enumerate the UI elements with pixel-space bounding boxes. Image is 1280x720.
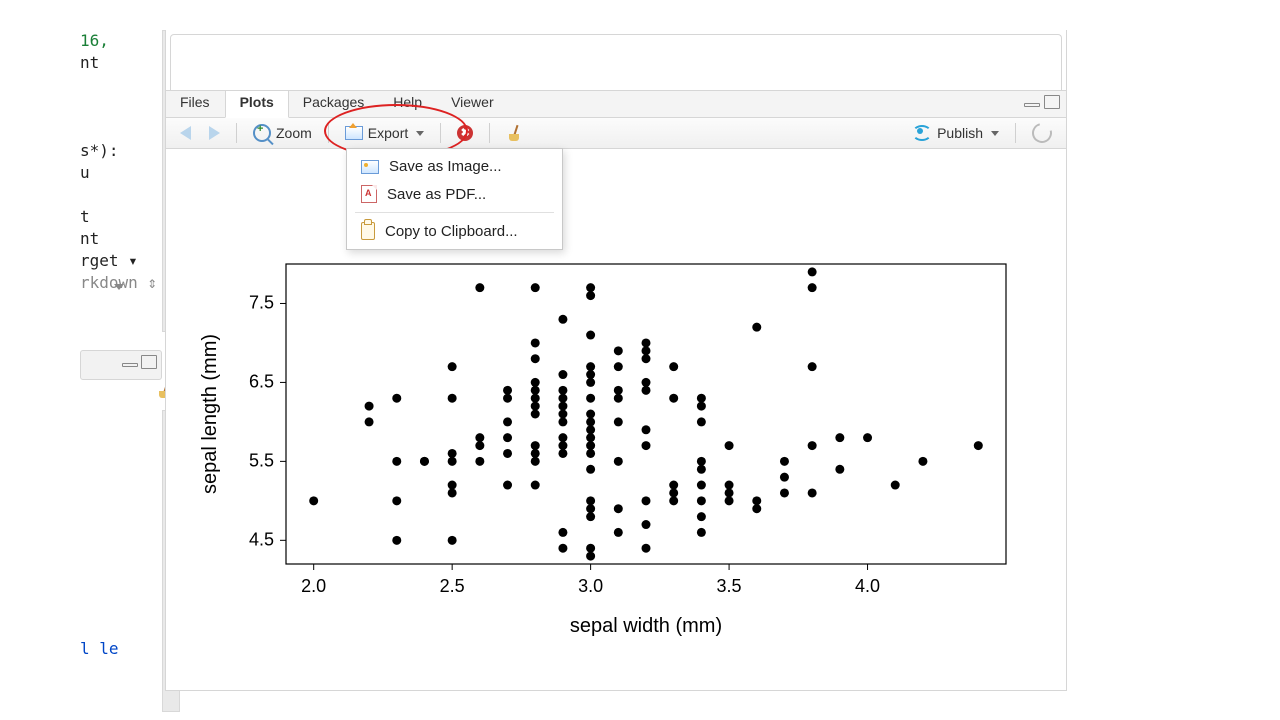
- zoom-icon: [253, 124, 271, 142]
- plots-pane: Files Plots Packages Help Viewer Zoom Ex…: [165, 30, 1067, 691]
- arrow-right-icon: [209, 126, 220, 140]
- tab-help[interactable]: Help: [379, 91, 437, 117]
- menu-label: Save as PDF...: [387, 186, 486, 203]
- menu-save-as-pdf[interactable]: Save as PDF...: [347, 180, 562, 208]
- dropdown-caret-icon: [114, 284, 124, 290]
- export-menu: Save as Image... Save as PDF... Copy to …: [346, 148, 563, 250]
- editor-code: 16, nt s*): u t nt rget ▾ rkdown ⇕: [80, 30, 160, 294]
- refresh-icon: [1028, 119, 1055, 146]
- export-button[interactable]: Export: [339, 123, 430, 143]
- arrow-left-icon: [180, 126, 191, 140]
- menu-separator: [355, 212, 554, 213]
- publish-label: Publish: [937, 125, 983, 141]
- zoom-button[interactable]: Zoom: [247, 122, 318, 144]
- next-plot-button[interactable]: [203, 124, 226, 142]
- clipboard-icon: [361, 222, 375, 240]
- zoom-label: Zoom: [276, 125, 312, 141]
- image-icon: [361, 160, 379, 174]
- svg-text:4.0: 4.0: [855, 576, 880, 596]
- editor-bottom-text: l le: [80, 638, 119, 660]
- pane-minimize-icon[interactable]: [1024, 103, 1040, 107]
- svg-text:3.0: 3.0: [578, 576, 603, 596]
- scatter-plot: 4.5 5.5 6.5 7.5 2.0 2.5 3.0 3.5 4.0 sepal width (…: [166, 149, 1046, 689]
- clear-all-button[interactable]: [500, 123, 528, 143]
- editor-pane: 16, nt s*): u t nt rget ▾ rkdown ⇕ l le: [80, 30, 160, 690]
- export-icon: [345, 126, 363, 140]
- publish-icon: [912, 125, 932, 141]
- svg-text:sepal width (mm): sepal width (mm): [570, 615, 722, 637]
- svg-text:6.5: 6.5: [249, 371, 274, 391]
- tab-viewer[interactable]: Viewer: [437, 91, 509, 117]
- publish-button[interactable]: Publish: [906, 123, 1005, 143]
- tab-plots[interactable]: Plots: [225, 91, 289, 118]
- maximize-icon[interactable]: [141, 355, 157, 369]
- remove-icon: ✖: [457, 125, 473, 141]
- svg-text:sepal length (mm): sepal length (mm): [199, 334, 221, 494]
- pane-header-blank: [170, 34, 1062, 90]
- svg-text:2.0: 2.0: [301, 576, 326, 596]
- pane-maximize-icon[interactable]: [1044, 95, 1060, 109]
- tab-packages[interactable]: Packages: [289, 91, 379, 117]
- plots-toolbar: Zoom Export ✖ Publish: [166, 118, 1066, 149]
- svg-text:5.5: 5.5: [249, 450, 274, 470]
- caret-down-icon: [416, 131, 424, 136]
- broom-icon: [506, 125, 522, 141]
- menu-save-as-image[interactable]: Save as Image...: [347, 153, 562, 180]
- menu-copy-clipboard[interactable]: Copy to Clipboard...: [347, 217, 562, 245]
- menu-label: Copy to Clipboard...: [385, 223, 518, 240]
- export-label: Export: [368, 125, 408, 141]
- svg-text:2.5: 2.5: [440, 576, 465, 596]
- pdf-icon: [361, 185, 377, 203]
- refresh-button[interactable]: [1026, 121, 1058, 145]
- menu-label: Save as Image...: [389, 158, 502, 175]
- remove-plot-button[interactable]: ✖: [451, 123, 479, 143]
- svg-text:3.5: 3.5: [717, 576, 742, 596]
- prev-plot-button[interactable]: [174, 124, 197, 142]
- caret-down-icon: [991, 131, 999, 136]
- svg-text:4.5: 4.5: [249, 529, 274, 549]
- editor-mini-toolbar: [80, 350, 162, 380]
- plot-area: 4.5 5.5 6.5 7.5 2.0 2.5 3.0 3.5 4.0 sepal width (…: [166, 149, 1066, 689]
- pane-tabstrip: Files Plots Packages Help Viewer: [166, 90, 1066, 118]
- tab-files[interactable]: Files: [166, 91, 225, 117]
- svg-text:7.5: 7.5: [249, 292, 274, 312]
- minimize-icon[interactable]: [122, 363, 138, 367]
